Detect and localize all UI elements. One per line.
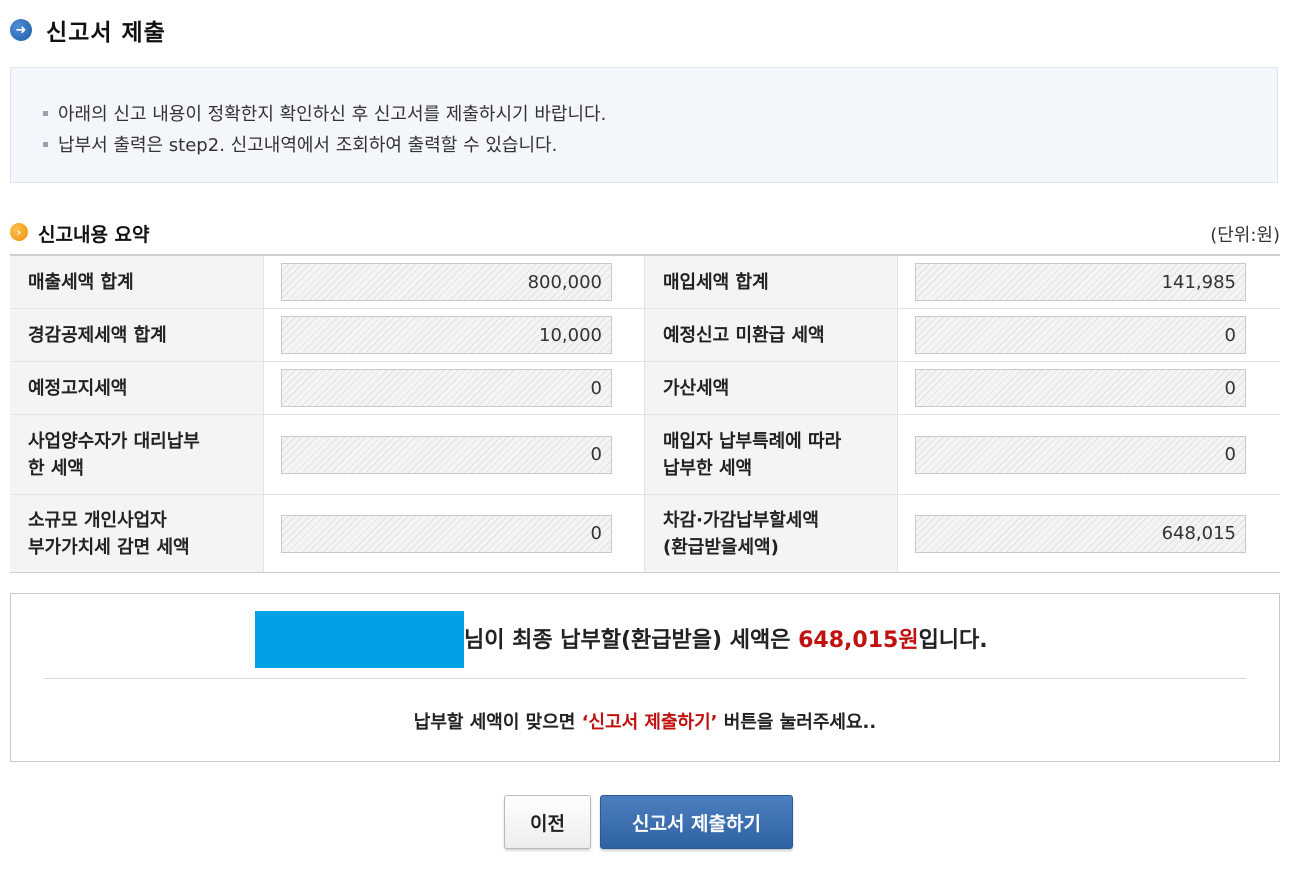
row-label: 매입자 납부특례에 따라 납부한 세액 <box>644 415 898 494</box>
result-amount: 648,015원 <box>798 628 919 653</box>
notice-text: 아래의 신고 내용이 정확한지 확인하신 후 신고서를 제출하시기 바랍니다. <box>58 104 607 125</box>
note-suffix: 버튼을 눌러주세요.. <box>717 712 877 733</box>
submit-button[interactable]: 신고서 제출하기 <box>600 795 793 849</box>
summary-table: 매출세액 합계 800,000 매입세액 합계 141,985 경감공제세액 합… <box>10 254 1280 573</box>
value-field: 0 <box>915 369 1246 407</box>
redacted-username <box>255 611 464 668</box>
result-prefix: 님이 최종 납부할(환급받을) 세액은 <box>464 628 799 653</box>
value-field: 0 <box>915 316 1246 354</box>
value-field: 0 <box>915 435 1246 474</box>
notice-text: 납부서 출력은 step2. 신고내역에서 조회하여 출력할 수 있습니다. <box>58 135 558 156</box>
page-title: 신고서 제출 <box>46 20 166 46</box>
value-field: 0 <box>281 369 612 407</box>
result-message: 님이 최종 납부할(환급받을) 세액은 648,015원입니다. <box>464 622 988 654</box>
note-prefix: 납부할 세액이 맞으면 <box>413 712 582 733</box>
table-row: 경감공제세액 합계 10,000 예정신고 미환급 세액 0 <box>10 309 1280 362</box>
unit-label: (단위:원) <box>1210 225 1280 246</box>
notice-box: 아래의 신고 내용이 정확한지 확인하신 후 신고서를 제출하시기 바랍니다. … <box>10 67 1278 183</box>
arrow-right-circle-icon: ➜ <box>10 19 32 41</box>
value-field: 648,015 <box>915 514 1246 553</box>
value-field: 0 <box>281 514 612 553</box>
prev-button[interactable]: 이전 <box>504 795 591 849</box>
divider <box>44 678 1246 679</box>
note-highlight: ‘신고서 제출하기’ <box>581 712 718 733</box>
value-field: 10,000 <box>281 316 612 354</box>
value-field: 141,985 <box>915 263 1246 301</box>
value-field: 800,000 <box>281 263 612 301</box>
value-field: 0 <box>281 435 612 474</box>
row-label: 가산세액 <box>644 362 898 414</box>
row-label: 경감공제세액 합계 <box>10 309 264 361</box>
notice-item: 납부서 출력은 step2. 신고내역에서 조회하여 출력할 수 있습니다. <box>43 131 557 157</box>
table-row: 소규모 개인사업자 부가가치세 감면 세액 0 차감·가감납부할세액 (환급받을… <box>10 495 1280 572</box>
row-label: 예정고지세액 <box>10 362 264 414</box>
row-label: 매입세액 합계 <box>644 256 898 308</box>
chevron-right-circle-icon: › <box>10 223 28 241</box>
page-header: ➜ 신고서 제출 <box>10 14 166 46</box>
row-label: 예정신고 미환급 세액 <box>644 309 898 361</box>
result-suffix: 입니다. <box>918 628 988 653</box>
result-box: 님이 최종 납부할(환급받을) 세액은 648,015원입니다. 납부할 세액이… <box>10 593 1280 762</box>
notice-item: 아래의 신고 내용이 정확한지 확인하신 후 신고서를 제출하시기 바랍니다. <box>43 100 606 126</box>
table-row: 예정고지세액 0 가산세액 0 <box>10 362 1280 415</box>
row-label: 소규모 개인사업자 부가가치세 감면 세액 <box>10 495 264 572</box>
row-label: 매출세액 합계 <box>10 256 264 308</box>
row-label: 사업양수자가 대리납부 한 세액 <box>10 415 264 494</box>
summary-title: 신고내용 요약 <box>38 224 150 246</box>
result-note: 납부할 세액이 맞으면 ‘신고서 제출하기’ 버튼을 눌러주세요.. <box>11 708 1279 734</box>
square-bullet-icon <box>43 110 48 116</box>
row-label: 차감·가감납부할세액 (환급받을세액) <box>644 495 898 572</box>
square-bullet-icon <box>43 141 48 147</box>
table-row: 매출세액 합계 800,000 매입세액 합계 141,985 <box>10 256 1280 309</box>
summary-header: › 신고내용 요약 (단위:원) <box>10 220 1280 246</box>
table-row: 사업양수자가 대리납부 한 세액 0 매입자 납부특례에 따라 납부한 세액 0 <box>10 415 1280 495</box>
